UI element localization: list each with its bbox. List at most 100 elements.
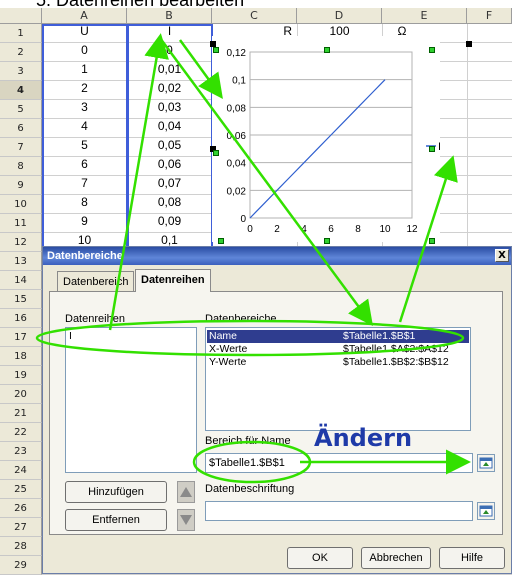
help-button[interactable]: Hilfe	[439, 547, 505, 569]
data-labels-input[interactable]	[205, 501, 473, 521]
row-header-11[interactable]: 11	[0, 214, 42, 233]
data-ranges-listbox[interactable]: Name $Tabelle1.$B$1 X-Werte $Tabelle1.$A…	[205, 327, 471, 431]
cell-a5[interactable]: 3	[42, 100, 127, 118]
column-header-e[interactable]: E	[382, 8, 467, 24]
y-tick-label: 0,08	[227, 103, 247, 114]
cell-b4[interactable]: 0,02	[127, 81, 212, 99]
row-header-25[interactable]: 25	[0, 480, 42, 499]
ok-button[interactable]: OK	[287, 547, 353, 569]
column-header-c[interactable]: C	[212, 8, 297, 24]
row-header-9[interactable]: 9	[0, 176, 42, 195]
shrink-range-button[interactable]	[477, 454, 495, 472]
series-item[interactable]: I	[69, 330, 72, 343]
series-listbox[interactable]: I	[65, 327, 197, 473]
cell-b3[interactable]: 0,01	[127, 62, 212, 80]
cell-a10[interactable]: 8	[42, 195, 127, 213]
row-header-5[interactable]: 5	[0, 100, 42, 119]
range-role: X-Werte	[209, 343, 248, 355]
cell-a6[interactable]: 4	[42, 119, 127, 137]
dialog-titlebar[interactable]: Datenbereiche	[43, 247, 511, 265]
row-header-27[interactable]: 27	[0, 518, 42, 537]
cell-b2[interactable]: 0	[127, 43, 212, 61]
row-header-15[interactable]: 15	[0, 290, 42, 309]
range-for-name-input[interactable]: $Tabelle1.$B$1	[205, 453, 473, 473]
row-header-20[interactable]: 20	[0, 385, 42, 404]
cell-b6[interactable]: 0,04	[127, 119, 212, 137]
range-row-y[interactable]: Y-Werte $Tabelle1.$B$2:$B$12	[207, 356, 469, 369]
cell-a8[interactable]: 6	[42, 157, 127, 175]
legend-label: I	[438, 141, 440, 153]
cell-a7[interactable]: 5	[42, 138, 127, 156]
row-header-3[interactable]: 3	[0, 62, 42, 81]
move-up-button[interactable]	[177, 481, 195, 503]
row-header-13[interactable]: 13	[0, 252, 42, 271]
chart-handle-bottom-right[interactable]	[429, 238, 435, 244]
cell-b1[interactable]: I	[127, 24, 212, 42]
row-header-2[interactable]: 2	[0, 43, 42, 62]
shrink-labels-button[interactable]	[477, 502, 495, 520]
y-tick-label: 0,1	[232, 76, 246, 87]
row-header-23[interactable]: 23	[0, 442, 42, 461]
range-row-name[interactable]: Name $Tabelle1.$B$1	[207, 330, 469, 343]
x-tick-label: 2	[274, 224, 280, 235]
chart-frame-handle-tr[interactable]	[466, 41, 472, 47]
cell-a11[interactable]: 9	[42, 214, 127, 232]
row-header-6[interactable]: 6	[0, 119, 42, 138]
x-tick-label: 0	[247, 224, 253, 235]
cell-b5[interactable]: 0,03	[127, 100, 212, 118]
chart-handle-bottom-left[interactable]	[218, 238, 224, 244]
chart-handle-right-middle[interactable]	[429, 146, 435, 152]
tab-datenbereich[interactable]: Datenbereich	[57, 271, 135, 291]
row-header-4[interactable]: 4	[0, 81, 42, 100]
row-header-10[interactable]: 10	[0, 195, 42, 214]
row-header-17[interactable]: 17	[0, 328, 42, 347]
cell-b11[interactable]: 0,09	[127, 214, 212, 232]
move-down-button[interactable]	[177, 509, 195, 531]
page-heading: 5. Datenreihen bearbeiten	[36, 0, 245, 10]
cell-b10[interactable]: 0,08	[127, 195, 212, 213]
cell-b8[interactable]: 0,06	[127, 157, 212, 175]
cell-a9[interactable]: 7	[42, 176, 127, 194]
cancel-button[interactable]: Abbrechen	[361, 547, 431, 569]
chart-handle-bottom-middle[interactable]	[324, 238, 330, 244]
close-button[interactable]: X	[495, 249, 509, 262]
row-header-29[interactable]: 29	[0, 556, 42, 575]
row-header-12[interactable]: 12	[0, 233, 42, 252]
row-header-21[interactable]: 21	[0, 404, 42, 423]
shrink-icon	[479, 505, 493, 517]
chart-handle-top-middle[interactable]	[324, 47, 330, 53]
column-header-a[interactable]: A	[42, 8, 127, 24]
row-header-1[interactable]: 1	[0, 24, 42, 43]
row-header-19[interactable]: 19	[0, 366, 42, 385]
cell-a4[interactable]: 2	[42, 81, 127, 99]
cell-a1[interactable]: U	[42, 24, 127, 42]
row-header-22[interactable]: 22	[0, 423, 42, 442]
row-header-26[interactable]: 26	[0, 499, 42, 518]
chart-plot: 0,12 0,1 0,08 0,06 0,04 0,02 00 2 4 6 8 10 12 I	[227, 48, 442, 235]
chart-handle-top-left[interactable]	[213, 47, 219, 53]
column-header-f[interactable]: F	[467, 8, 512, 24]
column-header-d[interactable]: D	[297, 8, 382, 24]
row-header-18[interactable]: 18	[0, 347, 42, 366]
column-header-b[interactable]: B	[127, 8, 212, 24]
cell-a2[interactable]: 0	[42, 43, 127, 61]
range-role: Y-Werte	[209, 356, 247, 368]
tab-datenreihen[interactable]: Datenreihen	[135, 269, 211, 292]
xy-chart[interactable]: 0,12 0,1 0,08 0,06 0,04 0,02 0 0 2 4 6 8 10 12 I	[212, 36, 442, 242]
row-header-24[interactable]: 24	[0, 461, 42, 480]
add-button[interactable]: Hinzufügen	[65, 481, 167, 503]
cell-b7[interactable]: 0,05	[127, 138, 212, 156]
cell-a3[interactable]: 1	[42, 62, 127, 80]
cell-b9[interactable]: 0,07	[127, 176, 212, 194]
corner-cell[interactable]	[0, 8, 42, 24]
row-header-14[interactable]: 14	[0, 271, 42, 290]
row-header-8[interactable]: 8	[0, 157, 42, 176]
arrow-up-icon	[180, 487, 192, 497]
row-header-7[interactable]: 7	[0, 138, 42, 157]
row-header-28[interactable]: 28	[0, 537, 42, 556]
remove-button[interactable]: Entfernen	[65, 509, 167, 531]
range-row-x[interactable]: X-Werte $Tabelle1.$A$2:$A$12	[207, 343, 469, 356]
chart-handle-top-right[interactable]	[429, 47, 435, 53]
row-header-16[interactable]: 16	[0, 309, 42, 328]
chart-handle-left-middle[interactable]	[213, 150, 219, 156]
